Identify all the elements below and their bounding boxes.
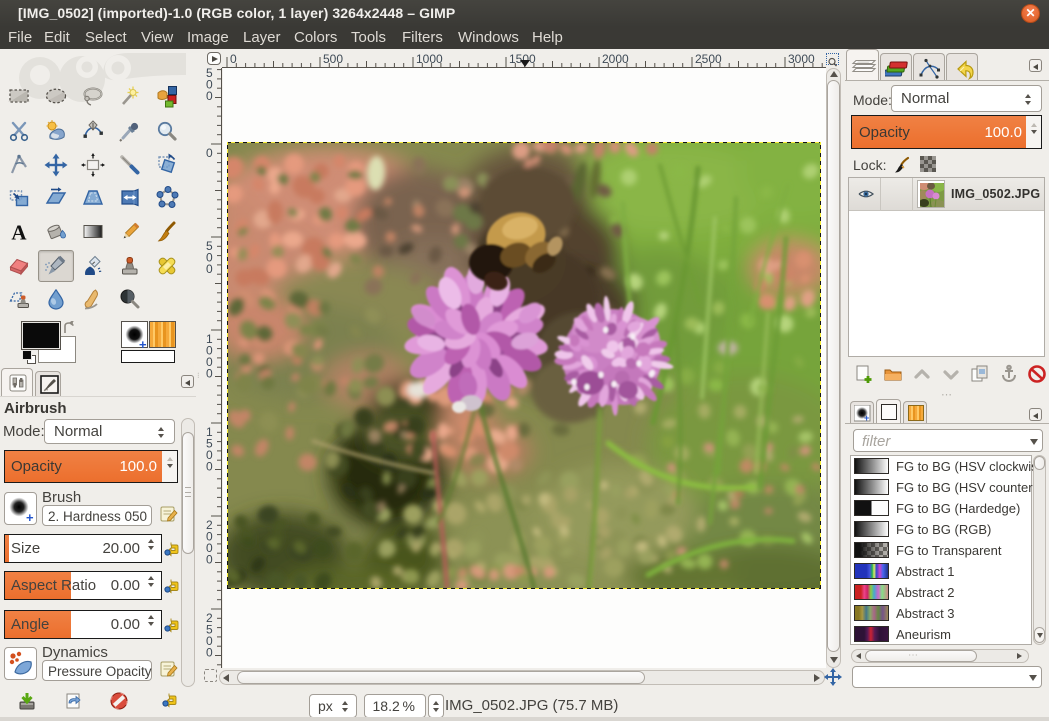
- svg-text:0: 0: [206, 646, 213, 660]
- svg-text:+: +: [864, 413, 869, 422]
- svg-text:0: 0: [206, 89, 213, 103]
- svg-text:0: 0: [206, 460, 213, 474]
- svg-text:0: 0: [206, 553, 213, 567]
- svg-text:0: 0: [230, 52, 237, 66]
- svg-text:500: 500: [323, 52, 343, 66]
- svg-text:3000: 3000: [788, 52, 815, 66]
- svg-text:1500: 1500: [509, 52, 536, 66]
- svg-text:A: A: [11, 221, 27, 245]
- svg-text:1000: 1000: [416, 52, 443, 66]
- svg-text:0: 0: [206, 367, 213, 381]
- svg-text:2500: 2500: [695, 52, 722, 66]
- svg-text:0: 0: [206, 262, 213, 276]
- svg-text:2000: 2000: [602, 52, 629, 66]
- svg-text:0: 0: [206, 146, 213, 160]
